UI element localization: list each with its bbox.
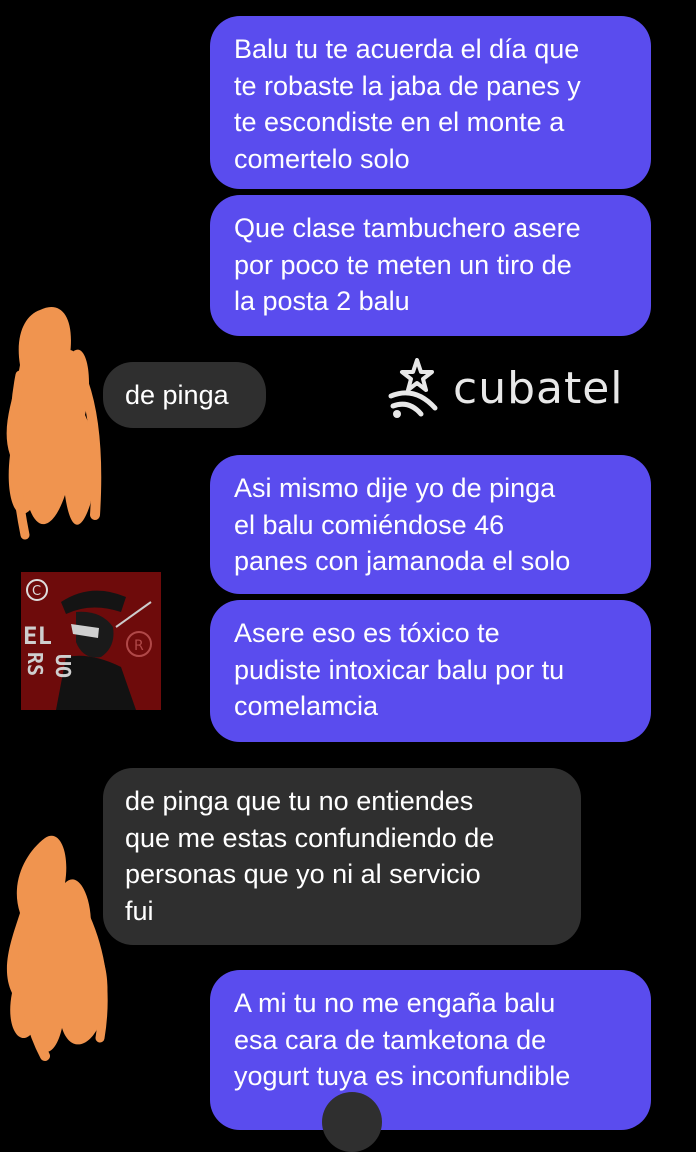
message-bubble-sent[interactable]: A mi tu no me engaña balu esa cara de ta… — [210, 970, 651, 1130]
message-text: pudiste intoxicar balu por tu — [234, 654, 565, 685]
svg-text:C: C — [32, 584, 41, 599]
message-text: de pinga — [125, 380, 229, 410]
scroll-down-button[interactable] — [322, 1092, 382, 1152]
avatar-letters-uo: UO — [51, 654, 75, 679]
message-text: de pinga que tu no entiendes — [125, 786, 474, 816]
message-bubble-sent[interactable]: Asere eso es tóxico te pudiste intoxicar… — [210, 600, 651, 742]
message-text: que me estas confundiendo de — [125, 822, 495, 853]
message-text: personas que yo ni al servicio — [125, 859, 481, 889]
message-text: por poco te meten un tiro de — [234, 249, 572, 280]
avatar-letters-el: EL — [23, 622, 52, 650]
message-text: A mi tu no me engaña balu — [234, 988, 556, 1018]
redaction-scribble-bottom — [6, 835, 108, 1061]
message-text: la posta 2 balu — [234, 286, 410, 316]
cubatel-watermark: cubatel — [385, 358, 624, 420]
cubatel-wordmark: cubatel — [453, 363, 624, 414]
message-text: esa cara de tamketona de — [234, 1024, 547, 1055]
avatar[interactable]: R C EL RS UO — [21, 572, 161, 710]
avatar-letters-rs: RS — [23, 652, 47, 677]
message-bubble-received[interactable]: de pinga — [103, 362, 266, 428]
message-text: fui — [125, 895, 154, 926]
svg-text:R: R — [134, 638, 144, 654]
message-bubble-sent[interactable]: Asi mismo dije yo de pinga el balu comié… — [210, 455, 651, 594]
message-text: Asere eso es tóxico te — [234, 618, 500, 648]
message-text: el balu comiéndose 46 — [234, 509, 505, 540]
redaction-scribble-top — [6, 307, 102, 540]
message-text: Balu tu te acuerda el día que — [234, 34, 580, 64]
star-wifi-icon — [388, 358, 438, 418]
message-bubble-sent[interactable]: Balu tu te acuerda el día que te robaste… — [210, 16, 651, 189]
message-text: te escondiste en el monte a — [234, 107, 565, 137]
message-text: panes con jamanoda el solo — [234, 546, 571, 576]
message-text: comertelo solo — [234, 143, 410, 174]
message-text: yogurt tuya es inconfundible — [234, 1061, 571, 1091]
message-text: te robaste la jaba de panes y — [234, 70, 581, 101]
message-text: Que clase tambuchero asere — [234, 213, 581, 243]
message-bubble-received[interactable]: de pinga que tu no entiendes que me esta… — [103, 768, 581, 945]
message-text: Asi mismo dije yo de pinga — [234, 473, 556, 503]
message-bubble-sent[interactable]: Que clase tambuchero asere por poco te m… — [210, 195, 651, 336]
message-text: comelamcia — [234, 691, 379, 721]
